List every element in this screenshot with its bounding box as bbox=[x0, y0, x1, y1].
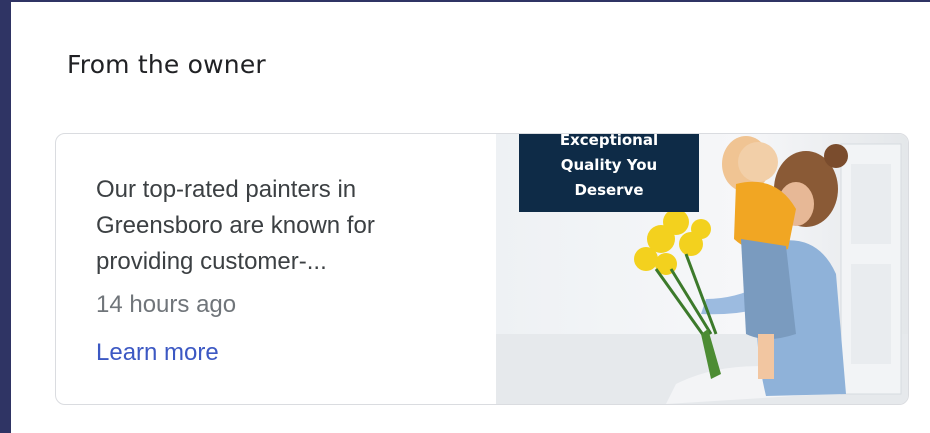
section-title: From the owner bbox=[67, 50, 266, 79]
owner-post-card[interactable]: Our top-rated painters in Greensboro are… bbox=[55, 133, 909, 405]
post-timestamp: 14 hours ago bbox=[96, 291, 237, 318]
banner-line: Deserve bbox=[574, 181, 644, 199]
post-text-block: Our top-rated painters in Greensboro are… bbox=[96, 172, 476, 370]
learn-more-link[interactable]: Learn more bbox=[96, 336, 219, 370]
window-left-border bbox=[0, 0, 11, 433]
banner-line: Exceptional bbox=[559, 134, 659, 149]
post-summary: Our top-rated painters in Greensboro are… bbox=[96, 176, 375, 275]
post-image-banner: Exceptional Quality You Deserve bbox=[519, 134, 699, 212]
banner-line: Quality You bbox=[560, 156, 658, 174]
post-image[interactable]: Exceptional Quality You Deserve bbox=[496, 134, 908, 404]
